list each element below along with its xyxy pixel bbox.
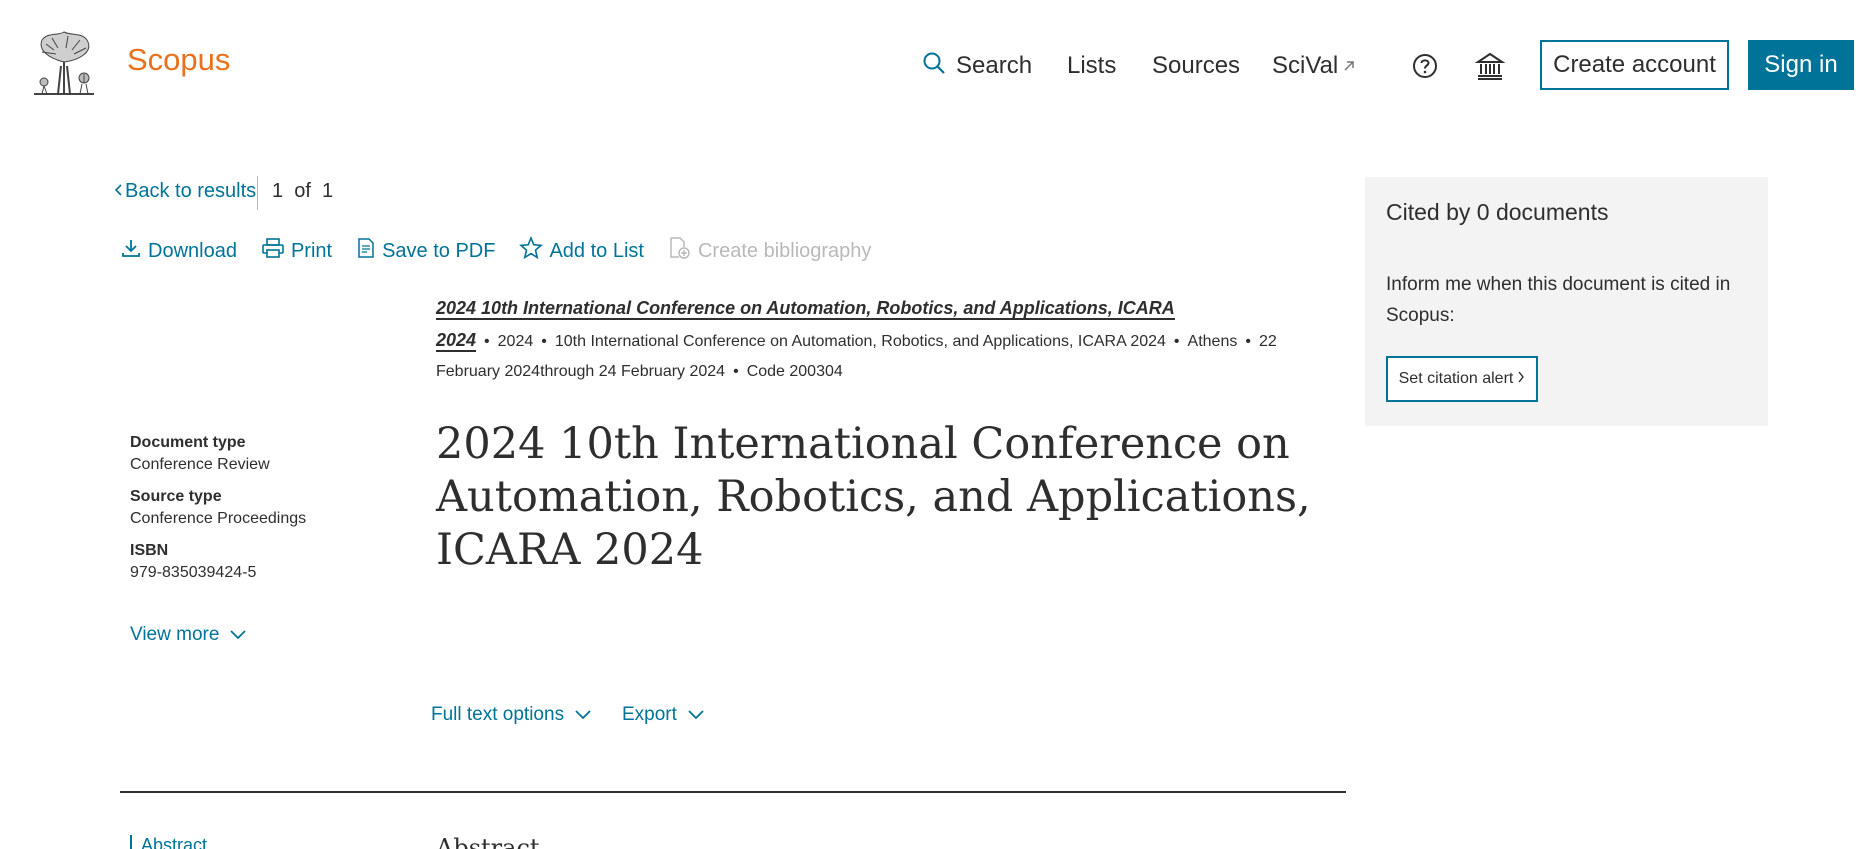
result-paging: 1 of 1 (272, 180, 334, 202)
top-header: Scopus Search Lists Sources SciVal Creat… (0, 0, 1874, 120)
save-to-pdf-label: Save to PDF (382, 239, 496, 262)
nav-search-label: Search (956, 52, 1033, 79)
sign-in-button[interactable]: Sign in (1748, 40, 1854, 90)
print-button[interactable]: Print (261, 237, 332, 265)
divider (257, 176, 258, 210)
cited-by-panel: Cited by 0 documents Inform me when this… (1365, 177, 1768, 426)
download-label: Download (148, 239, 237, 262)
back-to-results-label: Back to results (125, 180, 257, 202)
full-text-options-label: Full text options (431, 704, 565, 725)
nav-search[interactable]: Search (922, 46, 1032, 86)
chevron-down-icon (564, 704, 592, 726)
print-label: Print (290, 239, 333, 262)
section-divider (120, 791, 1346, 793)
chevron-down-icon (219, 624, 247, 646)
source-code: Code 200304 (746, 363, 843, 380)
chevron-left-icon (113, 180, 125, 203)
set-citation-alert-label: Set citation alert (1398, 370, 1514, 387)
chevron-right-icon (1513, 370, 1525, 389)
bibliography-icon (668, 236, 698, 266)
document-type-value: Conference Review (130, 456, 270, 473)
separator-dot: • (733, 363, 739, 380)
back-to-results-link[interactable]: Back to results (113, 180, 256, 203)
abstract-heading: Abstract (436, 834, 540, 849)
nav-lists[interactable]: Lists (1067, 46, 1116, 86)
document-type-label: Document type (130, 434, 246, 451)
separator-dot: • (541, 333, 547, 350)
isbn-label: ISBN (130, 542, 169, 559)
document-metadata: Document type Conference Review Source t… (130, 434, 390, 596)
separator-dot: • (484, 333, 490, 350)
source-conference: 10th International Conference on Automat… (554, 333, 1166, 350)
elsevier-logo[interactable] (28, 30, 100, 96)
add-to-list-label: Add to List (549, 239, 644, 262)
pdf-icon (356, 237, 382, 265)
export-dropdown[interactable]: Export (622, 704, 705, 726)
export-label: Export (622, 704, 677, 725)
download-icon (120, 237, 148, 265)
isbn-value: 979-835039424-5 (130, 564, 257, 581)
source-type-value: Conference Proceedings (130, 510, 307, 527)
cited-by-description: Inform me when this document is cited in… (1386, 274, 1731, 326)
set-citation-alert-button[interactable]: Set citation alert (1386, 356, 1538, 402)
document-title: 2024 10th International Conference on Au… (436, 419, 1311, 575)
search-icon (922, 51, 956, 82)
view-more-button[interactable]: View more (130, 624, 247, 646)
separator-dot: • (1173, 333, 1180, 350)
nav-scival-label: SciVal (1272, 52, 1339, 79)
source-location: Athens (1187, 333, 1238, 350)
separator-dot: • (1245, 333, 1251, 350)
side-nav-abstract-link[interactable]: Abstract (130, 835, 207, 849)
create-bibliography-button[interactable]: Create bibliography (668, 236, 871, 266)
source-type-label: Source type (130, 488, 222, 505)
nav-scival[interactable]: SciVal (1272, 46, 1356, 86)
star-icon (519, 235, 549, 266)
nav-sources[interactable]: Sources (1152, 46, 1240, 86)
institution-icon[interactable] (1470, 46, 1510, 86)
cited-by-title: Cited by 0 documents (1386, 199, 1609, 225)
document-toolbar: Download Print Save to PDF Add to List C… (120, 235, 895, 266)
create-account-button[interactable]: Create account (1540, 40, 1729, 90)
help-icon[interactable] (1405, 46, 1445, 86)
add-to-list-button[interactable]: Add to List (519, 235, 644, 266)
download-button[interactable]: Download (120, 237, 237, 265)
source-year: 2024 (497, 333, 534, 350)
source-info: 2024 10th International Conference on Au… (436, 293, 1326, 387)
save-to-pdf-button[interactable]: Save to PDF (356, 237, 495, 265)
scopus-brand[interactable]: Scopus (127, 42, 230, 78)
full-text-options-dropdown[interactable]: Full text options (431, 704, 592, 726)
external-link-icon (1342, 52, 1356, 80)
print-icon (261, 237, 291, 265)
chevron-down-icon (677, 704, 705, 726)
create-bibliography-label: Create bibliography (697, 239, 872, 262)
view-more-label: View more (130, 624, 220, 645)
